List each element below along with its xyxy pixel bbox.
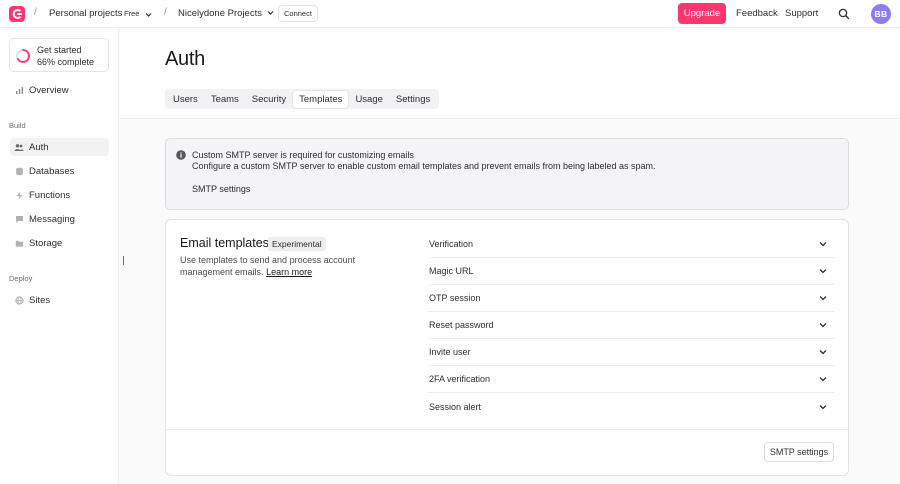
template-item-label: Invite user — [429, 347, 471, 357]
support-link[interactable]: Support — [785, 8, 818, 19]
org-selector[interactable]: Personal projects — [49, 8, 122, 19]
search-icon[interactable] — [838, 8, 850, 22]
project-selector[interactable]: Nicelydone Projects — [178, 8, 274, 19]
card-footer: SMTP settings — [166, 429, 848, 476]
chevron-down-icon — [819, 293, 827, 303]
info-icon — [176, 150, 186, 162]
chat-bubble-icon — [14, 214, 24, 224]
upgrade-button[interactable]: Upgrade — [678, 3, 726, 24]
template-item-magic-url[interactable]: Magic URL — [428, 258, 834, 285]
sidebar-item-auth[interactable]: Auth — [10, 138, 109, 156]
tab-security[interactable]: Security — [246, 91, 292, 108]
lightning-icon — [14, 190, 24, 200]
globe-icon — [14, 295, 24, 305]
folder-icon — [14, 238, 24, 248]
avatar[interactable]: BB — [871, 4, 891, 24]
email-templates-card: Email templates Experimental Use templat… — [165, 219, 849, 476]
alert-title: Custom SMTP server is required for custo… — [192, 150, 414, 160]
sidebar-item-label: Messaging — [29, 213, 75, 225]
appwrite-logo-icon[interactable] — [9, 6, 25, 22]
sidebar-item-sites[interactable]: Sites — [10, 291, 109, 309]
progress-ring-icon — [16, 49, 30, 63]
feedback-link[interactable]: Feedback — [736, 8, 778, 19]
progress-text: Get started 66% complete — [37, 44, 94, 68]
chevron-down-icon — [819, 266, 827, 276]
connect-button[interactable]: Connect — [278, 5, 318, 22]
experimental-badge: Experimental — [268, 237, 326, 251]
tab-users[interactable]: Users — [167, 91, 204, 108]
template-item-reset-password[interactable]: Reset password — [428, 312, 834, 339]
chevron-down-icon — [819, 239, 827, 249]
alert-description: Configure a custom SMTP server to enable… — [192, 161, 656, 171]
users-icon — [14, 142, 24, 152]
email-templates-title: Email templates — [180, 236, 269, 250]
template-item-label: 2FA verification — [429, 374, 491, 384]
email-templates-description: Use templates to send and process accoun… — [180, 254, 370, 278]
chevron-down-icon — [267, 8, 274, 19]
tab-templates[interactable]: Templates — [293, 90, 349, 108]
sidebar-resize-handle[interactable] — [123, 256, 124, 265]
tab-settings[interactable]: Settings — [390, 91, 436, 108]
template-item-label: Session alert — [429, 401, 482, 412]
learn-more-link[interactable]: Learn more — [266, 267, 312, 277]
breadcrumb-separator: / — [164, 7, 167, 18]
sidebar-item-databases[interactable]: Databases — [10, 162, 109, 180]
sidebar-item-overview[interactable]: Overview — [10, 81, 109, 99]
tab-bar: Users Teams Security Templates Usage Set… — [165, 89, 440, 109]
breadcrumb-separator: / — [34, 7, 37, 18]
sidebar: Get started 66% complete Overview Build … — [0, 28, 119, 484]
chevron-down-icon — [819, 320, 827, 330]
template-item-2fa-verification[interactable]: 2FA verification — [428, 366, 834, 393]
org-name: Personal projects — [49, 8, 123, 19]
tab-teams[interactable]: Teams — [205, 91, 245, 108]
template-item-label: OTP session — [429, 293, 481, 303]
section-label-deploy: Deploy — [9, 274, 33, 283]
template-item-label: Reset password — [429, 320, 494, 330]
template-item-invite-user[interactable]: Invite user — [428, 339, 834, 366]
chevron-down-icon — [819, 347, 827, 357]
chevron-down-icon — [819, 402, 827, 412]
sidebar-item-label: Databases — [29, 165, 75, 177]
page-title: Auth — [165, 48, 205, 70]
smtp-required-alert: Custom SMTP server is required for custo… — [165, 138, 849, 210]
template-item-label: Verification — [429, 239, 474, 249]
alert-smtp-settings-link[interactable]: SMTP settings — [192, 184, 250, 194]
database-icon — [14, 166, 24, 176]
template-item-label: Magic URL — [429, 266, 474, 276]
top-bar: / Personal projects Free / Nicelydone Pr… — [0, 0, 900, 28]
page-header: Auth Users Teams Security Templates Usag… — [120, 28, 900, 119]
sidebar-item-label: Sites — [29, 294, 51, 306]
project-name: Nicelydone Projects — [178, 8, 262, 19]
template-item-verification[interactable]: Verification — [428, 231, 834, 258]
bar-chart-icon — [14, 85, 24, 95]
get-started-card[interactable]: Get started 66% complete — [9, 38, 109, 72]
sidebar-item-label: Auth — [29, 141, 49, 153]
plan-badge: Free — [124, 9, 140, 18]
tab-usage[interactable]: Usage — [349, 91, 388, 108]
sidebar-item-functions[interactable]: Functions — [10, 186, 109, 204]
sidebar-item-label: Storage — [29, 237, 63, 249]
template-item-otp-session[interactable]: OTP session — [428, 285, 834, 312]
sidebar-item-label: Functions — [29, 189, 71, 201]
sidebar-item-messaging[interactable]: Messaging — [10, 210, 109, 228]
template-accordion-list: Verification Magic URL OTP session Reset… — [428, 231, 834, 420]
progress-title: Get started — [37, 45, 82, 55]
progress-status: 66% complete — [37, 57, 95, 67]
sidebar-item-storage[interactable]: Storage — [10, 234, 109, 252]
chevron-down-icon[interactable] — [145, 10, 152, 20]
sidebar-item-label: Overview — [29, 84, 69, 96]
template-item-session-alert[interactable]: Session alert — [428, 393, 834, 420]
chevron-down-icon — [819, 374, 827, 384]
section-label-build: Build — [9, 121, 26, 130]
smtp-settings-button[interactable]: SMTP settings — [764, 442, 834, 462]
